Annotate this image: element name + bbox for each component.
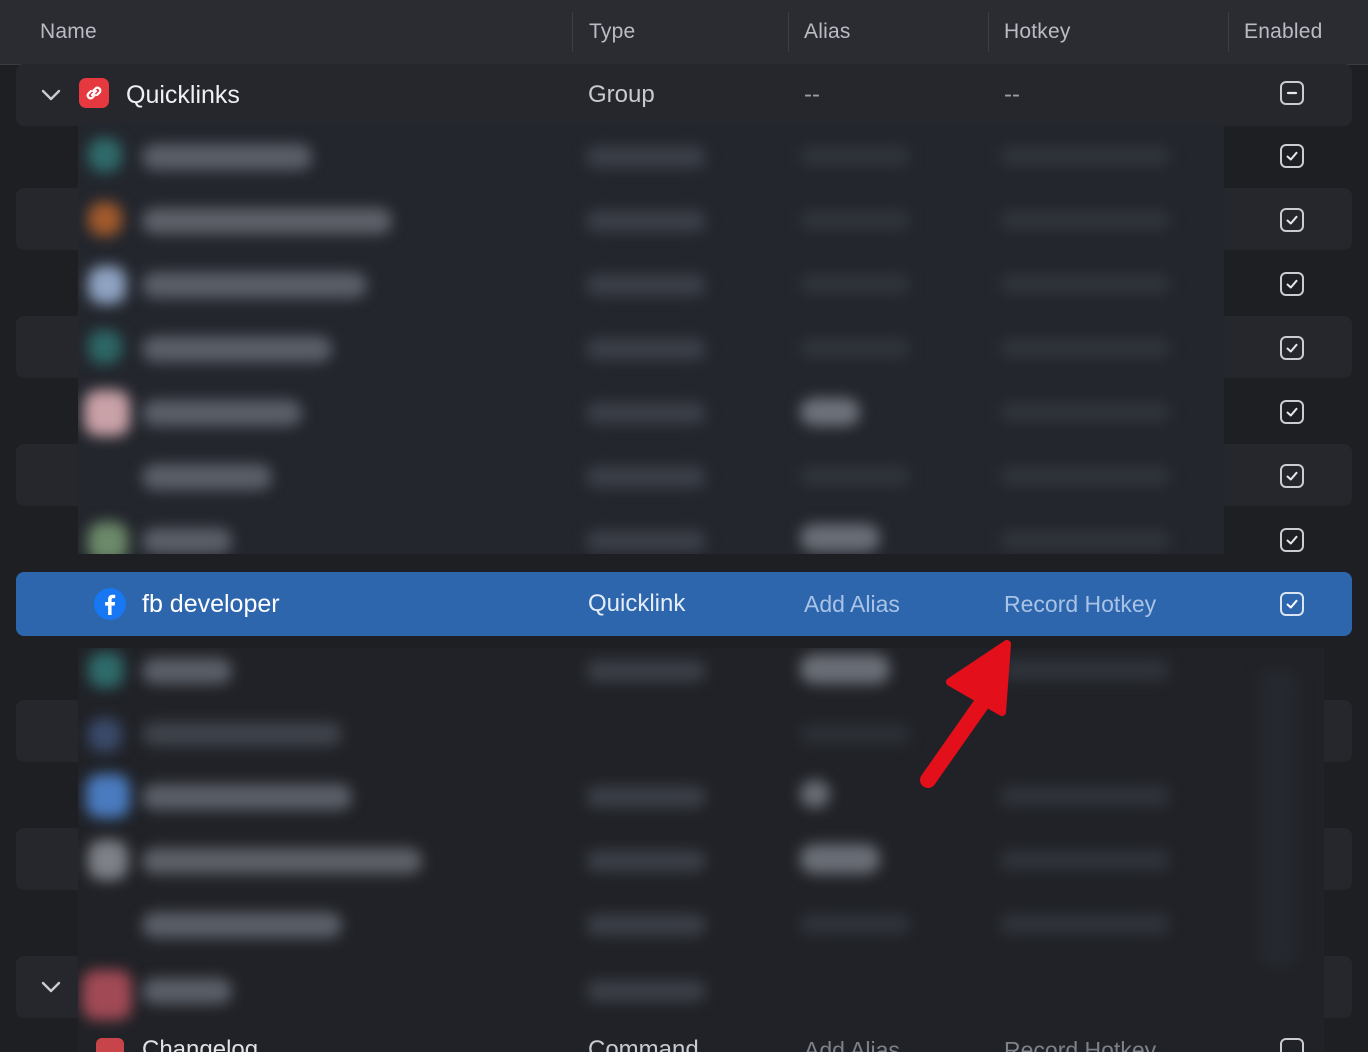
group-alias: -- (804, 81, 820, 108)
enabled-checkbox[interactable] (1280, 592, 1304, 616)
column-header-name[interactable]: Name (40, 0, 97, 64)
list-item-changelog[interactable]: Changelog Command Add Alias Record Hotke… (16, 1022, 1352, 1052)
item-type: Quicklink (588, 590, 686, 617)
enabled-checkbox[interactable] (1280, 1038, 1304, 1052)
item-name: Changelog (142, 1036, 259, 1052)
column-divider (988, 12, 989, 52)
column-header-type[interactable]: Type (589, 0, 635, 64)
enabled-checkbox[interactable] (1280, 272, 1304, 296)
enabled-checkbox[interactable] (1280, 464, 1304, 488)
enabled-checkbox[interactable] (1280, 336, 1304, 360)
enabled-checkbox[interactable] (1280, 400, 1304, 424)
blurred-rows-bottom (78, 648, 1324, 1052)
group-row-quicklinks[interactable]: Quicklinks Group -- -- (16, 64, 1352, 126)
chevron-down-icon[interactable] (40, 976, 62, 998)
item-name: fb developer (142, 590, 280, 618)
add-alias-field[interactable]: Add Alias (804, 572, 900, 636)
column-header-alias[interactable]: Alias (804, 0, 851, 64)
group-name: Quicklinks (126, 81, 240, 109)
group-type: Group (588, 81, 655, 108)
table-header: Name Type Alias Hotkey Enabled (0, 0, 1368, 65)
command-icon (96, 1038, 124, 1052)
list-item-selected-fb-developer[interactable]: fb developer Quicklink Add Alias Record … (16, 572, 1352, 636)
enabled-checkbox[interactable] (1280, 208, 1304, 232)
group-enabled-checkbox[interactable] (1280, 81, 1304, 105)
enabled-checkbox[interactable] (1280, 528, 1304, 552)
item-type: Command (588, 1036, 699, 1052)
record-hotkey-field[interactable]: Record Hotkey (1004, 572, 1156, 636)
column-divider (788, 12, 789, 52)
enabled-checkbox[interactable] (1280, 144, 1304, 168)
column-header-hotkey[interactable]: Hotkey (1004, 0, 1071, 64)
column-divider (572, 12, 573, 52)
record-hotkey-field[interactable]: Record Hotkey (1004, 1036, 1156, 1052)
link-icon (79, 78, 109, 108)
column-header-enabled[interactable]: Enabled (1244, 0, 1322, 64)
group-hotkey: -- (1004, 81, 1020, 108)
facebook-icon (94, 588, 126, 620)
chevron-down-icon[interactable] (40, 84, 62, 106)
blurred-rows-top (78, 124, 1224, 554)
column-divider (1228, 12, 1229, 52)
add-alias-field[interactable]: Add Alias (804, 1036, 900, 1052)
